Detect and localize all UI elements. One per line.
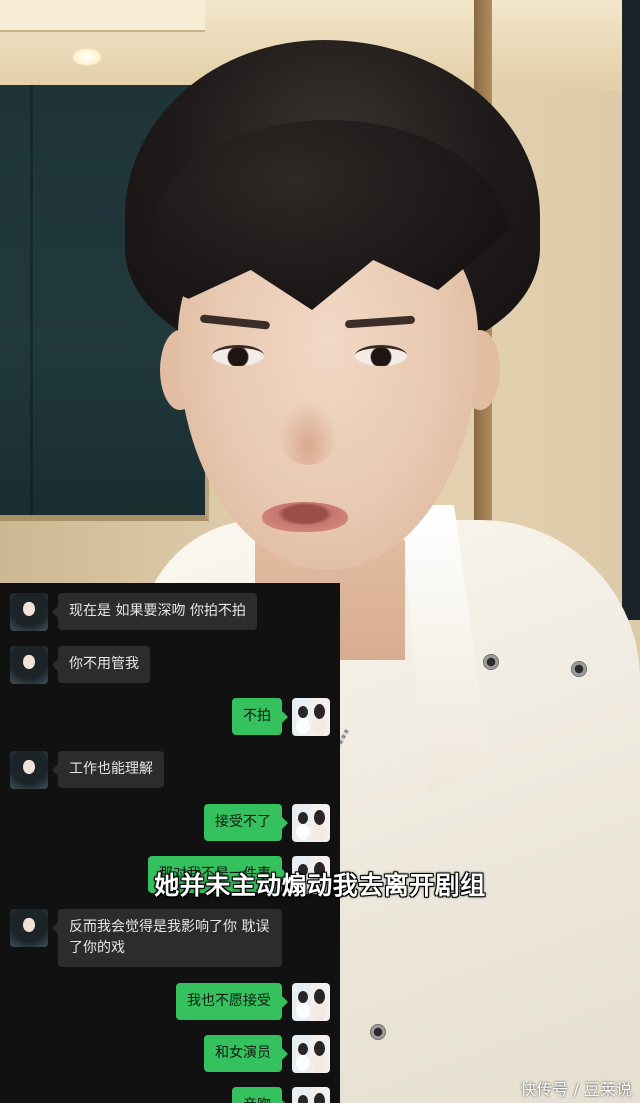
nose (278, 400, 338, 465)
user-avatar (292, 983, 330, 1021)
chat-message: 亲吻 (232, 1087, 330, 1103)
eye (212, 345, 264, 366)
contact-avatar (10, 593, 48, 631)
message-bubble: 现在是 如果要深吻 你拍不拍 (52, 593, 257, 630)
chat-message: 你不用管我 (10, 646, 150, 684)
user-avatar (292, 1087, 330, 1103)
shirt-grommet (571, 661, 587, 677)
message-bubble: 接受不了 (204, 804, 288, 841)
ceiling-lamp (72, 48, 102, 66)
user-avatar (292, 1035, 330, 1073)
ceiling-panel (0, 0, 205, 32)
video-subtitle: 她并未主动煽动我去离开剧组 (154, 871, 486, 900)
chat-message: 不拍 (232, 698, 330, 736)
contact-avatar (10, 909, 48, 947)
message-bubble: 你不用管我 (52, 646, 150, 683)
shirt-grommet (370, 1024, 386, 1040)
contact-avatar (10, 646, 48, 684)
message-bubble: 不拍 (232, 698, 288, 735)
chat-message: 反而我会觉得是我影响了你 耽误了你的戏 (10, 909, 282, 967)
user-avatar (292, 698, 330, 736)
chat-message: 和女演员 (204, 1035, 330, 1073)
contact-avatar (10, 751, 48, 789)
chat-message: 接受不了 (204, 804, 330, 842)
message-bubble: 我也不愿接受 (176, 983, 288, 1020)
chat-message: 工作也能理解 (10, 751, 164, 789)
message-bubble: 和女演员 (204, 1035, 288, 1072)
message-bubble: 工作也能理解 (52, 751, 164, 788)
chat-message: 我也不愿接受 (176, 983, 330, 1021)
wall-art-strip (622, 0, 640, 620)
message-bubble: 亲吻 (232, 1087, 288, 1103)
eye (355, 345, 407, 366)
shirt-grommet (483, 654, 499, 670)
user-avatar (292, 804, 330, 842)
chat-message: 现在是 如果要深吻 你拍不拍 (10, 593, 257, 631)
mouth (262, 502, 348, 532)
chat-screenshot: 现在是 如果要深吻 你拍不拍 你不用管我 不拍 工作也能理解 接受不了 那对我不… (0, 583, 340, 1103)
message-bubble: 反而我会觉得是我影响了你 耽误了你的戏 (52, 909, 282, 967)
watermark: 快传号 / 豆莱说 (520, 1080, 632, 1099)
